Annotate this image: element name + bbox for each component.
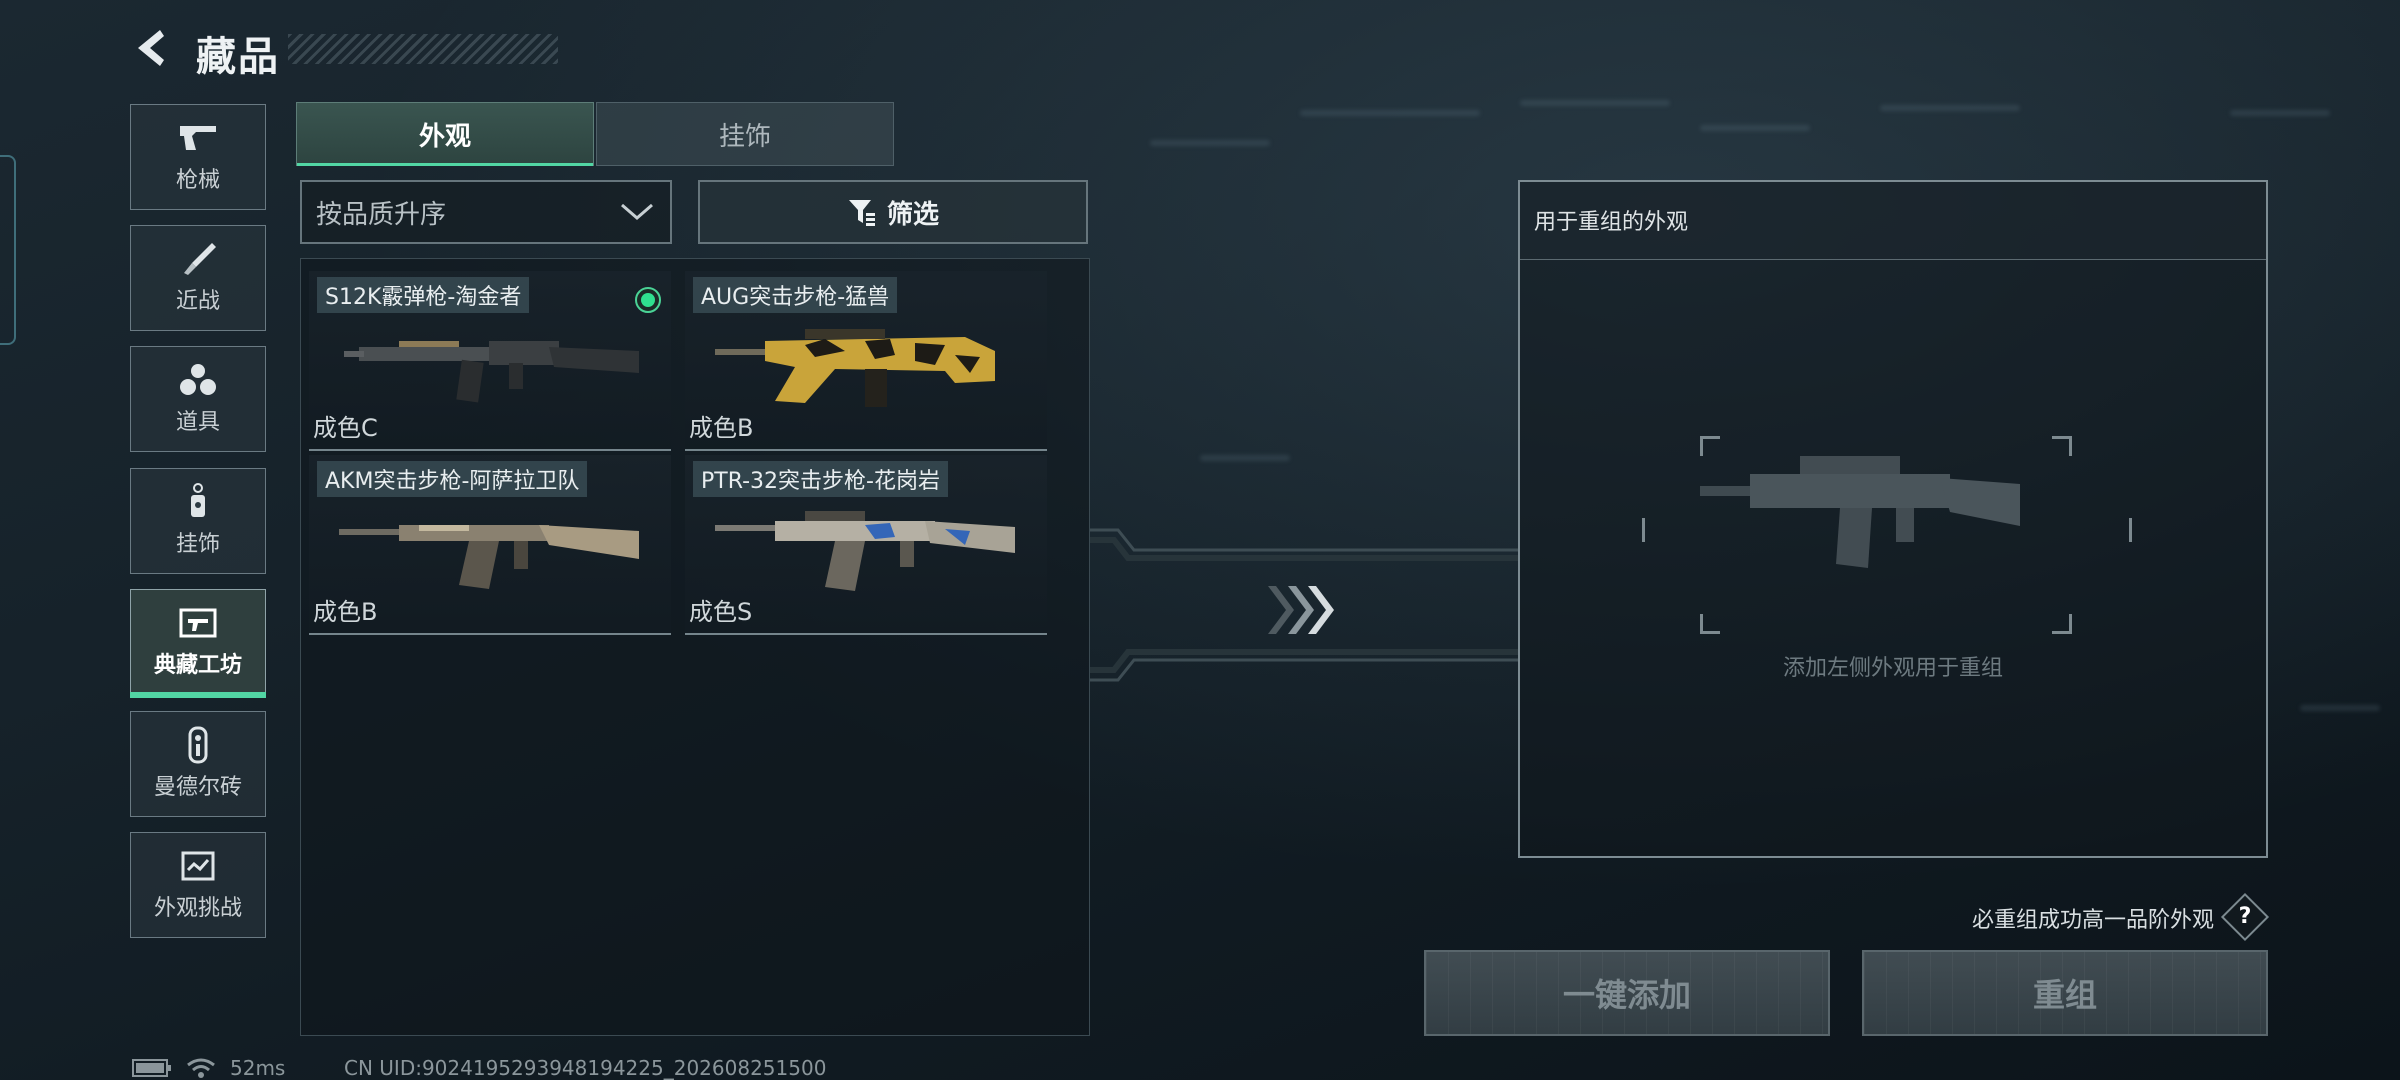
knife-icon [176,241,220,277]
user-uid: CN UID:9024195293948194225_202608251500 [344,1056,827,1080]
chevrons-right-icon [1268,586,1334,634]
rifle-image [339,525,639,589]
frame-corner [2052,614,2072,634]
sidebar-item-guns[interactable]: 枪械 [130,104,266,210]
skin-name: S12K霰弹枪-淘金者 [317,277,530,313]
sidebar-item-label: 道具 [175,410,220,435]
add-all-label: 一键添加 [1562,976,1691,1014]
help-icon: ? [2238,904,2252,929]
frame-corner [2052,436,2072,456]
skin-card-s12k[interactable]: S12K霰弹枪-淘金者 成色C [309,271,671,451]
empty-gun-silhouette-icon [1700,456,2020,568]
frame-corner [1700,614,1720,634]
reassemble-panel-header: 用于重组的外观 [1520,182,2266,260]
pistol-icon [176,120,220,156]
skin-grade: 成色B [689,414,754,442]
ping-value: 52ms [230,1056,286,1080]
filter-button[interactable]: 筛选 [698,180,1088,244]
skin-name: PTR-32突击步枪-花岗岩 [693,461,948,497]
reassemble-hint: 必重组成功高一品阶外观 [1971,908,2214,933]
sidebar-item-label: 近战 [175,289,220,314]
sidebar-item-label: 挂饰 [175,532,220,557]
skin-name: AKM突击步枪-阿萨拉卫队 [317,461,588,497]
filter-icon [848,200,875,226]
filter-label: 筛选 [886,199,939,230]
sidebar-item-workshop[interactable]: 典藏工坊 [130,589,266,698]
reassemble-label: 重组 [2032,976,2097,1014]
help-button[interactable]: ? [2220,892,2270,942]
chevron-down-icon [621,203,653,220]
workshop-icon [176,605,220,641]
wifi-icon [187,1058,215,1078]
rifle-image [715,511,1015,591]
status-bar: 52ms [132,1056,285,1080]
sort-value: 按品质升序 [316,199,447,230]
equipped-indicator [635,287,661,313]
reassemble-placeholder: 添加左侧外观用于重组 [1782,656,2003,681]
skin-name: AUG突击步枪-猛兽 [693,277,898,313]
left-edge-tab [0,155,16,345]
sidebar-item-items[interactable]: 道具 [130,346,266,452]
skin-card-aug[interactable]: AUG突击步枪-猛兽 成色B [685,271,1047,451]
sidebar-item-mandel-brick[interactable]: 曼德尔砖 [130,711,266,817]
challenge-icon [176,848,220,884]
skin-card-ptr32[interactable]: PTR-32突击步枪-花岗岩 成色S [685,455,1047,635]
sidebar-item-melee[interactable]: 近战 [130,225,266,331]
title-decoration [288,34,558,64]
sidebar-item-label: 曼德尔砖 [153,775,242,800]
frame-tick [1642,518,1654,542]
shotgun-image [344,341,639,403]
back-arrow-icon [138,30,164,66]
grenades-icon [176,362,220,398]
skin-card-akm[interactable]: AKM突击步枪-阿萨拉卫队 成色B [309,455,671,635]
reassemble-panel: 用于重组的外观 添加左侧外观用于重组 [1518,180,2268,858]
sidebar-item-charms[interactable]: 挂饰 [130,468,266,574]
sidebar-item-label: 外观挑战 [153,896,242,921]
back-button[interactable] [130,26,174,70]
tab-charms[interactable]: 挂饰 [596,102,894,166]
sort-dropdown[interactable]: 按品质升序 [300,180,672,244]
skin-grade: 成色C [313,414,378,442]
sidebar-item-label: 枪械 [175,168,220,193]
brick-icon [176,726,220,764]
frame-tick [2120,518,2132,542]
reassemble-button[interactable]: 重组 [1862,950,2268,1036]
add-all-button[interactable]: 一键添加 [1424,950,1830,1036]
sidebar-item-skin-challenge[interactable]: 外观挑战 [130,832,266,938]
reassemble-panel-title: 用于重组的外观 [1534,210,1689,235]
battery-icon [132,1059,171,1077]
charm-icon [176,483,220,520]
skin-list-panel: S12K霰弹枪-淘金者 成色C AUG突击步枪-猛兽 成色B AKM突击步枪-阿… [300,258,1090,1036]
sidebar-item-label: 典藏工坊 [153,653,242,678]
tab-appearance[interactable]: 外观 [296,102,594,166]
skin-grade: 成色B [313,598,378,626]
rifle-image [715,329,995,407]
page-title: 藏品 [196,34,280,80]
skin-grade: 成色S [689,598,753,626]
